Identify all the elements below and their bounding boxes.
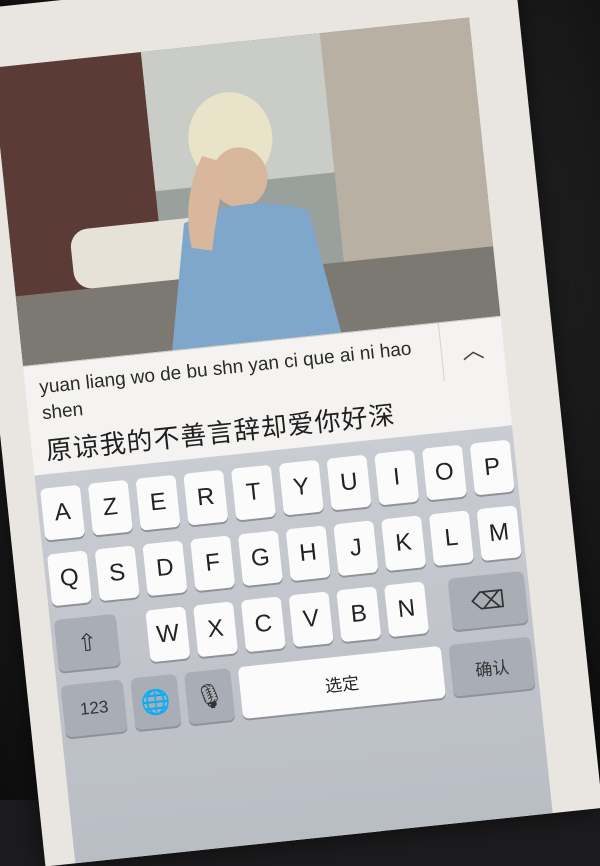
confirm-key[interactable]: 确认 (448, 636, 536, 697)
key-r[interactable]: R (183, 469, 229, 526)
key-n[interactable]: N (383, 581, 430, 638)
key-z[interactable]: Z (87, 479, 133, 536)
key-c[interactable]: C (240, 596, 286, 653)
key-x[interactable]: X (193, 601, 239, 658)
key-p[interactable]: P (469, 439, 515, 496)
backspace-icon[interactable]: ⌫ (447, 570, 529, 631)
numbers-key[interactable]: 123 (60, 679, 128, 738)
key-k[interactable]: K (381, 515, 427, 572)
key-b[interactable]: B (336, 586, 382, 643)
space-key[interactable]: 选定 (237, 645, 447, 719)
key-s[interactable]: S (94, 545, 140, 602)
key-g[interactable]: G (237, 530, 284, 587)
key-o[interactable]: O (421, 444, 468, 501)
keyboard: A Z E R T Y U I O P Q S D F G H J K L M … (34, 425, 553, 864)
chevron-up-icon[interactable]: ︿ (437, 316, 507, 382)
key-a[interactable]: A (39, 484, 86, 541)
key-h[interactable]: H (285, 525, 331, 582)
key-d[interactable]: D (142, 540, 188, 597)
message-photo[interactable] (0, 17, 501, 367)
key-y[interactable]: Y (278, 459, 324, 516)
key-f[interactable]: F (190, 535, 236, 592)
key-j[interactable]: J (333, 520, 379, 577)
phone-screen: yuan liang wo de bu shn yan ci que ai ni… (0, 0, 600, 866)
shift-icon[interactable]: ⇧ (53, 613, 121, 672)
key-w[interactable]: W (145, 606, 191, 663)
key-m[interactable]: M (476, 505, 522, 562)
key-e[interactable]: E (135, 474, 181, 531)
key-u[interactable]: U (326, 454, 372, 511)
key-i[interactable]: I (374, 449, 420, 506)
microphone-icon[interactable]: 🎙 (183, 668, 236, 725)
key-q[interactable]: Q (46, 550, 93, 607)
globe-icon[interactable]: 🌐 (130, 673, 182, 731)
key-t[interactable]: T (230, 464, 277, 521)
key-v[interactable]: V (288, 591, 334, 648)
key-l[interactable]: L (428, 510, 474, 567)
